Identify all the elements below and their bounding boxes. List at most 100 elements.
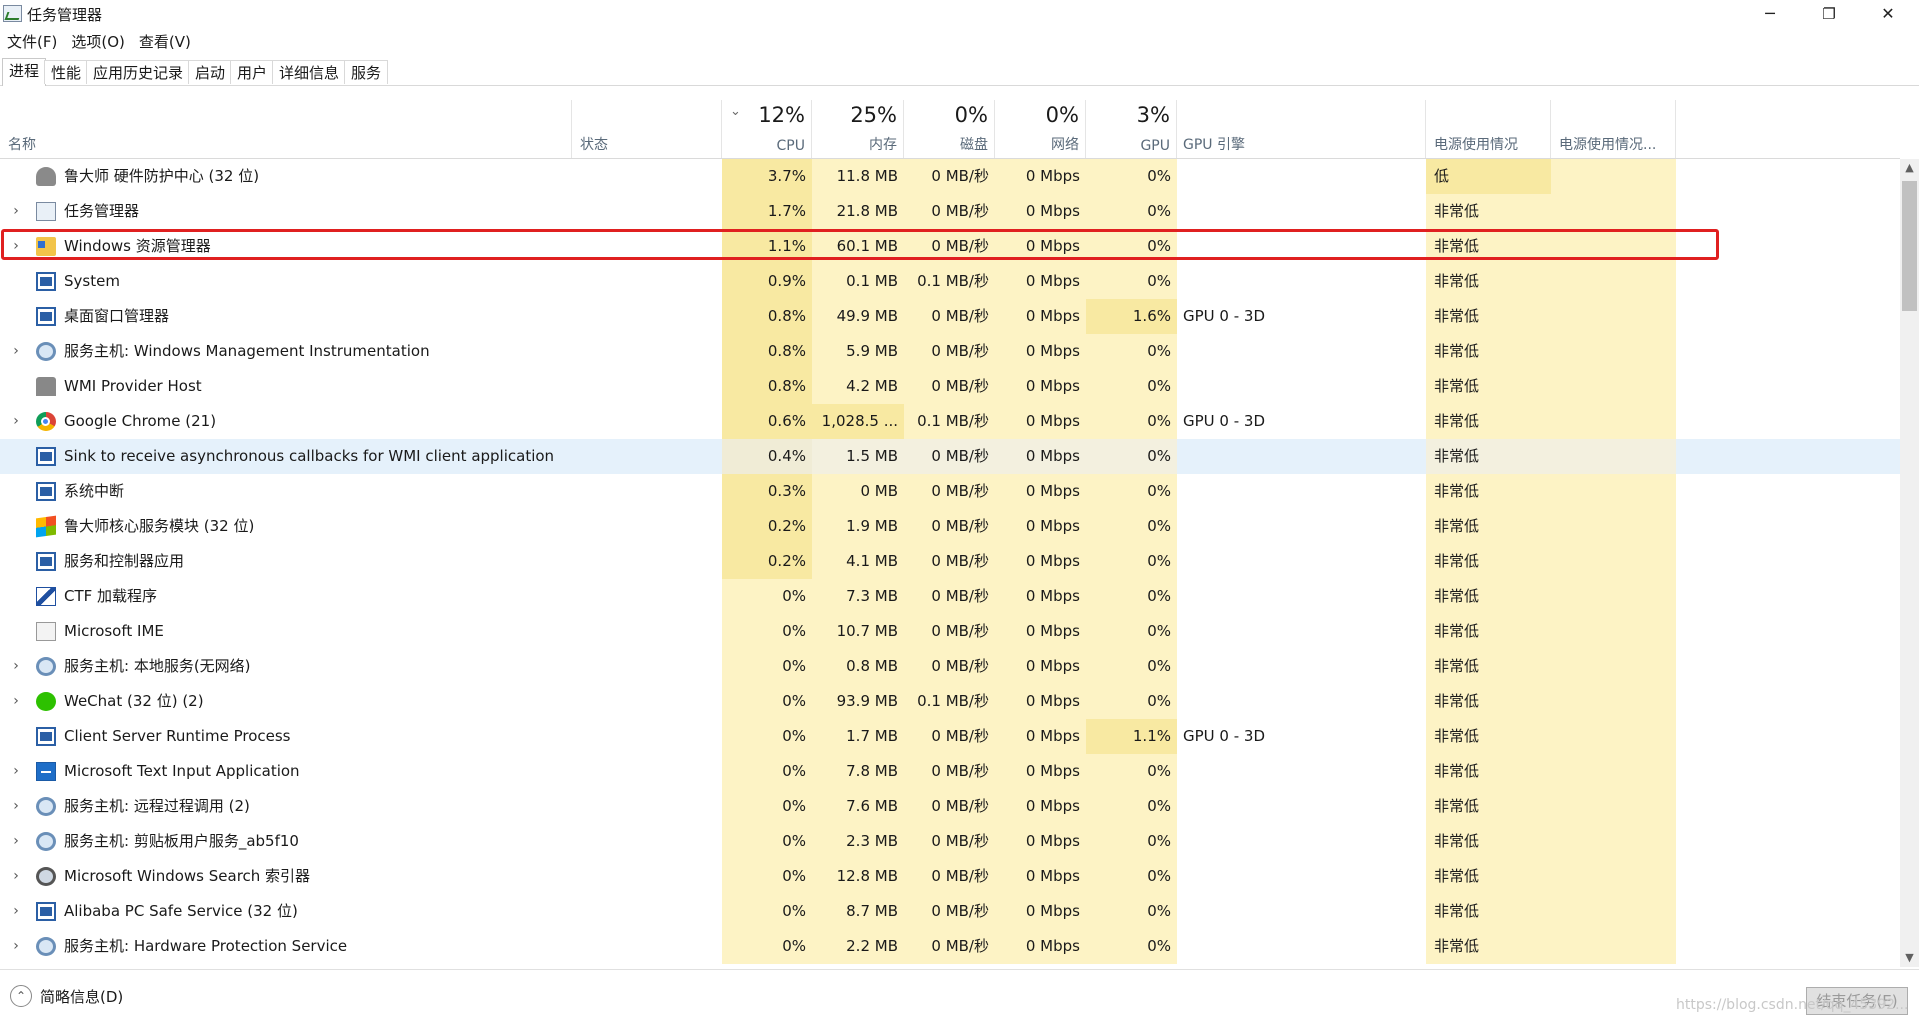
scroll-thumb[interactable] (1902, 181, 1917, 311)
cell-gpu: 0% (1086, 474, 1177, 509)
tab-processes[interactable]: 进程 (2, 58, 47, 86)
table-row[interactable]: 鲁大师核心服务模块 (32 位) 0.2% 1.9 MB 0 MB/秒 0 Mbps 0%… (0, 509, 1900, 544)
cell-power: 非常低 (1426, 754, 1551, 789)
expand-chevron-icon[interactable]: › (9, 334, 23, 369)
table-row[interactable]: Sink to receive asynchronous callbacks f… (0, 439, 1900, 474)
cell-power-trend (1551, 194, 1676, 229)
gear-icon (36, 937, 56, 956)
minimize-button[interactable]: ─ (1741, 0, 1799, 28)
expand-chevron-icon[interactable]: › (9, 859, 23, 894)
taskmgr-icon (36, 202, 56, 221)
cell-gpu: 1.1% (1086, 719, 1177, 754)
cell-net: 0 Mbps (995, 474, 1086, 509)
cell-mem: 5.9 MB (812, 334, 904, 369)
table-row[interactable]: › 服务主机: 本地服务(无网络) 0% 0.8 MB 0 MB/秒 0 Mbps 0% 非常… (0, 649, 1900, 684)
table-row[interactable]: › Alibaba PC Safe Service (32 位) 0% 8.7 MB 0… (0, 894, 1900, 929)
expand-chevron-icon[interactable]: › (9, 894, 23, 929)
table-row[interactable]: 服务和控制器应用 0.2% 4.1 MB 0 MB/秒 0 Mbps 0% 非常低 (0, 544, 1900, 579)
cell-net: 0 Mbps (995, 684, 1086, 719)
window-icon (36, 482, 56, 501)
table-row[interactable]: › 服务主机: 远程过程调用 (2) 0% 7.6 MB 0 MB/秒 0 Mbps 0% 非… (0, 789, 1900, 824)
expand-chevron-icon[interactable]: › (9, 684, 23, 719)
cell-cpu: 0% (722, 754, 812, 789)
table-row[interactable]: › 服务主机: Windows Management Instrumentatio… (0, 334, 1900, 369)
fewer-details-button[interactable]: ⌃ 简略信息(D) (10, 985, 123, 1007)
cell-power: 非常低 (1426, 369, 1551, 404)
tab-performance[interactable]: 性能 (44, 60, 89, 84)
scroll-down-arrow-icon[interactable]: ▼ (1900, 949, 1919, 967)
header-memory[interactable]: 25% 内存 (812, 100, 904, 158)
cell-power-trend (1551, 894, 1676, 929)
cell-gpu-engine (1183, 264, 1423, 299)
table-row[interactable]: › 服务主机: Hardware Protection Service 0% 2.2 … (0, 929, 1900, 964)
window-title: 任务管理器 (27, 6, 103, 24)
expand-chevron-icon[interactable]: › (9, 404, 23, 439)
header-status[interactable]: 状态 (572, 100, 722, 158)
process-name: Sink to receive asynchronous callbacks f… (64, 447, 555, 465)
table-row[interactable]: › Microsoft Text Input Application 0% 7.8 M… (0, 754, 1900, 789)
table-row[interactable]: › Microsoft Windows Search 索引器 0% 12.8 MB 0 … (0, 859, 1900, 894)
header-gpu-label: GPU (1140, 138, 1170, 154)
process-name: Client Server Runtime Process (64, 727, 291, 745)
table-row[interactable]: 系统中断 0.3% 0 MB 0 MB/秒 0 Mbps 0% 非常低 (0, 474, 1900, 509)
menu-view[interactable]: 查看(V) (132, 30, 198, 54)
tab-details[interactable]: 详细信息 (272, 60, 347, 84)
cell-cpu: 0.8% (722, 299, 812, 334)
expand-chevron-icon[interactable]: › (9, 754, 23, 789)
expand-chevron-icon[interactable]: › (9, 789, 23, 824)
table-row[interactable]: CTF 加载程序 0% 7.3 MB 0 MB/秒 0 Mbps 0% 非常低 (0, 579, 1900, 614)
table-row[interactable]: Client Server Runtime Process 0% 1.7 MB 0 M… (0, 719, 1900, 754)
restore-button[interactable]: ❐ (1800, 0, 1858, 28)
header-gpu-engine[interactable]: GPU 引擎 (1177, 100, 1426, 158)
cell-disk: 0 MB/秒 (904, 334, 995, 369)
cell-net: 0 Mbps (995, 229, 1086, 264)
tab-app-history[interactable]: 应用历史记录 (86, 60, 191, 84)
header-power[interactable]: 电源使用情况 (1426, 100, 1551, 158)
cell-gpu-engine: GPU 0 - 3D (1183, 412, 1266, 430)
table-row[interactable]: › Google Chrome (21) 0.6% 1,028.5 ... 0.1 MB… (0, 404, 1900, 439)
cell-gpu-engine (1183, 544, 1423, 579)
cell-disk: 0 MB/秒 (904, 194, 995, 229)
expand-chevron-icon[interactable]: › (9, 929, 23, 964)
header-name[interactable]: 名称 (0, 100, 572, 158)
cell-disk: 0 MB/秒 (904, 789, 995, 824)
expand-chevron-icon[interactable]: › (9, 649, 23, 684)
header-cpu[interactable]: ⌄ 12% CPU (722, 100, 812, 158)
header-power-trend[interactable]: 电源使用情况... (1551, 100, 1676, 158)
tab-users[interactable]: 用户 (230, 60, 275, 84)
table-row[interactable]: 桌面窗口管理器 0.8% 49.9 MB 0 MB/秒 0 Mbps 1.6% GPU 0 … (0, 299, 1900, 334)
cell-power: 非常低 (1426, 894, 1551, 929)
task-manager-icon (3, 5, 22, 22)
expand-chevron-icon[interactable]: › (9, 824, 23, 859)
cell-gpu: 0% (1086, 229, 1177, 264)
table-row[interactable]: › WeChat (32 位) (2) 0% 93.9 MB 0.1 MB/秒 0 Mbp… (0, 684, 1900, 719)
cell-disk: 0 MB/秒 (904, 544, 995, 579)
header-power-label: 电源使用情况 (1434, 137, 1518, 153)
menu-file[interactable]: 文件(F) (0, 30, 64, 54)
table-row[interactable]: › 服务主机: 剪贴板用户服务_ab5f10 0% 2.3 MB 0 MB/秒 0 Mbp… (0, 824, 1900, 859)
header-disk-label: 磁盘 (960, 137, 988, 153)
table-row[interactable]: Microsoft IME 0% 10.7 MB 0 MB/秒 0 Mbps 0% 非常低 (0, 614, 1900, 649)
table-row[interactable]: WMI Provider Host 0.8% 4.2 MB 0 MB/秒 0 Mbps 0… (0, 369, 1900, 404)
expand-chevron-icon[interactable]: › (9, 229, 23, 264)
table-row[interactable]: › Windows 资源管理器 1.1% 60.1 MB 0 MB/秒 0 Mbps 0% 非… (0, 229, 1900, 264)
vertical-scrollbar[interactable]: ▲ ▼ (1900, 159, 1919, 967)
cell-disk: 0.1 MB/秒 (904, 264, 995, 299)
header-disk[interactable]: 0% 磁盘 (904, 100, 995, 158)
cell-mem: 1.9 MB (812, 509, 904, 544)
close-button[interactable]: ✕ (1859, 0, 1917, 28)
cell-gpu: 0% (1086, 544, 1177, 579)
table-row[interactable]: › 任务管理器 1.7% 21.8 MB 0 MB/秒 0 Mbps 0% 非常低 (0, 194, 1900, 229)
cell-power: 非常低 (1426, 334, 1551, 369)
header-gpu[interactable]: 3% GPU (1086, 100, 1177, 158)
header-network[interactable]: 0% 网络 (995, 100, 1086, 158)
expand-chevron-icon[interactable]: › (9, 194, 23, 229)
table-row[interactable]: System 0.9% 0.1 MB 0.1 MB/秒 0 Mbps 0% 非常低 (0, 264, 1900, 299)
tab-startup[interactable]: 启动 (188, 60, 233, 84)
tab-services[interactable]: 服务 (344, 60, 389, 84)
cell-disk: 0 MB/秒 (904, 474, 995, 509)
process-name: 服务主机: 剪贴板用户服务_ab5f10 (64, 832, 299, 850)
table-row[interactable]: 鲁大师 硬件防护中心 (32 位) 3.7% 11.8 MB 0 MB/秒 0 Mbps… (0, 159, 1900, 194)
menu-options[interactable]: 选项(O) (64, 30, 132, 54)
scroll-up-arrow-icon[interactable]: ▲ (1900, 159, 1919, 177)
